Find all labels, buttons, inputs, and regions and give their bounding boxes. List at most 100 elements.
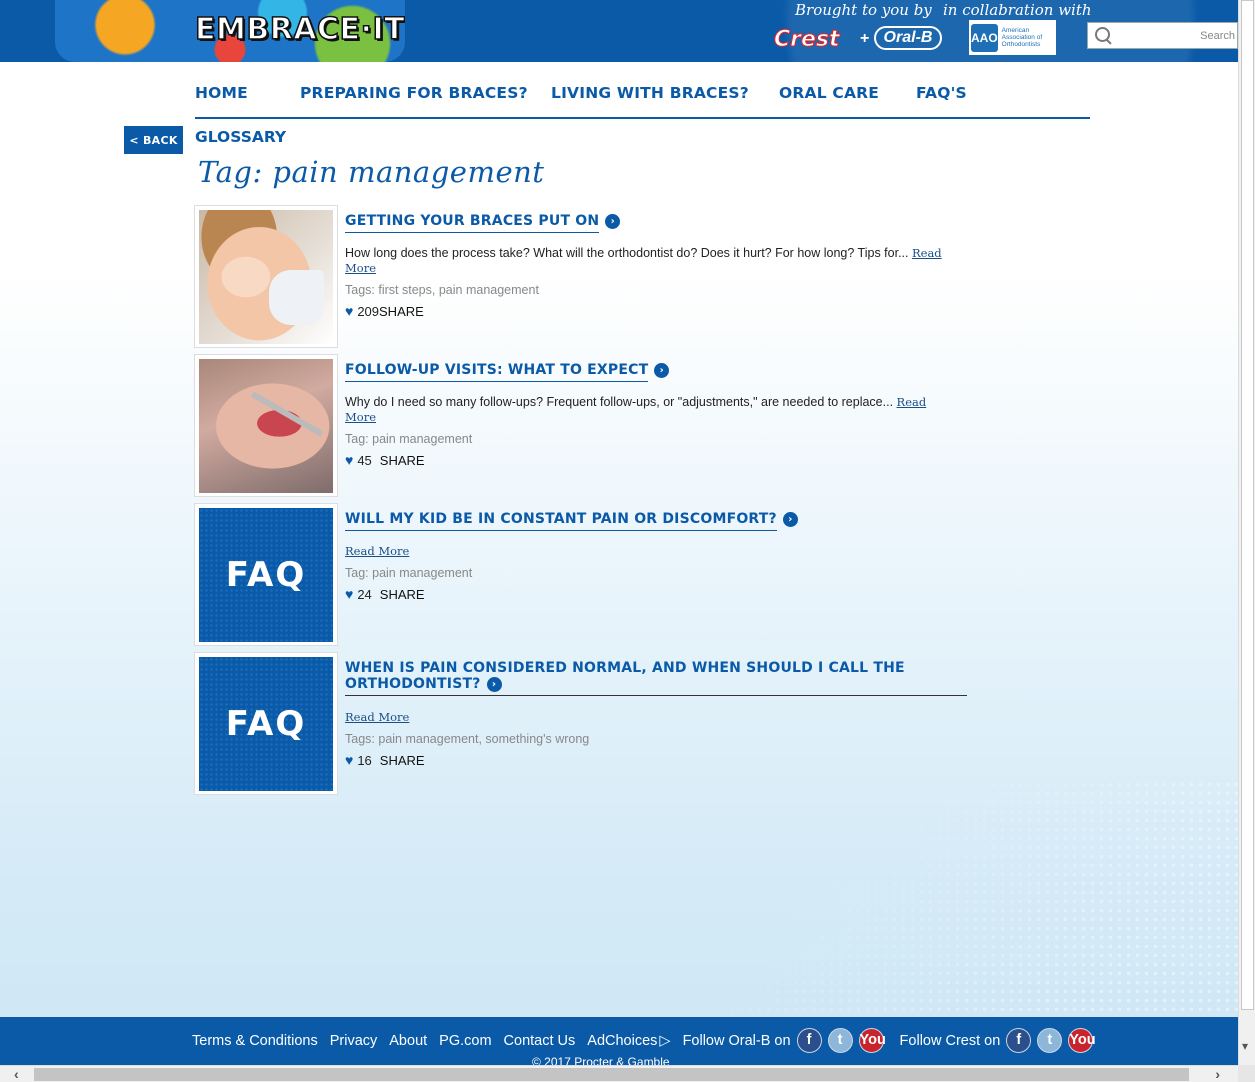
tag-link[interactable]: pain management xyxy=(378,732,478,746)
article-excerpt: Read More xyxy=(345,710,965,725)
scroll-right-arrow-icon[interactable]: › xyxy=(1215,1066,1220,1082)
chevron-right-icon[interactable]: › xyxy=(782,512,798,527)
article-actions: ♥ 209 SHARE xyxy=(345,303,424,319)
article-title-text[interactable]: GETTING YOUR BRACES PUT ON xyxy=(345,213,600,233)
footer-adchoices-link[interactable]: AdChoices xyxy=(587,1033,657,1049)
footer-pg-link[interactable]: PG.com xyxy=(439,1033,491,1049)
article-tags: Tag: pain management xyxy=(345,566,472,580)
chevron-right-icon[interactable]: › xyxy=(605,214,621,229)
tags-label: Tags: xyxy=(345,732,375,746)
tag-separator: , xyxy=(431,283,436,297)
tags-label: Tag: xyxy=(345,432,369,446)
article-title-text[interactable]: FOLLOW-UP VISITS: WHAT TO EXPECT xyxy=(345,362,649,382)
heart-icon[interactable]: ♥ xyxy=(345,303,353,319)
article-excerpt: Read More xyxy=(345,544,965,559)
read-more-link[interactable]: Read More xyxy=(345,544,409,558)
horizontal-scroll-thumb[interactable] xyxy=(34,1068,1189,1081)
tag-link[interactable]: something's wrong xyxy=(485,732,589,746)
page-title: Tag: pain management xyxy=(198,155,545,189)
tag-link[interactable]: pain management xyxy=(372,432,472,446)
follow-crest-label: Follow Crest on xyxy=(899,1032,1001,1049)
article-thumbnail[interactable] xyxy=(194,354,338,497)
article-thumbnail[interactable] xyxy=(194,205,338,348)
share-button[interactable]: SHARE xyxy=(380,753,425,768)
scroll-down-arrow-icon[interactable]: ▾ xyxy=(1242,1039,1248,1053)
share-button[interactable]: SHARE xyxy=(379,304,424,319)
aao-logo[interactable]: AAO American Association of Orthodontist… xyxy=(969,20,1056,55)
read-more-link-cont[interactable]: More xyxy=(345,410,376,424)
oralb-logo[interactable]: Oral-B xyxy=(874,26,942,50)
nav-preparing-for-braces[interactable]: PREPARING FOR BRACES? xyxy=(300,84,528,102)
oralb-twitter-icon[interactable]: t xyxy=(827,1028,853,1053)
share-button[interactable]: SHARE xyxy=(380,453,425,468)
site-header: EMBRACE·IT! Brought to you by in collabr… xyxy=(0,0,1238,62)
article-image[interactable] xyxy=(199,210,333,344)
article-actions: ♥ 24 SHARE xyxy=(345,586,425,602)
tags-label: Tags: xyxy=(345,283,375,297)
scroll-left-arrow-icon[interactable]: ‹ xyxy=(14,1066,19,1082)
heart-icon[interactable]: ♥ xyxy=(345,586,353,602)
tag-separator: , xyxy=(478,732,482,746)
footer-contact-link[interactable]: Contact Us xyxy=(504,1033,576,1049)
heart-icon[interactable]: ♥ xyxy=(345,452,353,468)
footer-terms-link[interactable]: Terms & Conditions xyxy=(192,1033,318,1049)
oralb-facebook-icon[interactable]: f xyxy=(796,1028,822,1053)
footer-links: Terms & Conditions Privacy About PG.com … xyxy=(192,1028,1096,1053)
nav-home[interactable]: HOME xyxy=(195,84,248,102)
nav-living-with-braces[interactable]: LIVING WITH BRACES? xyxy=(551,84,749,102)
article-title[interactable]: WHEN IS PAIN CONSIDERED NORMAL, AND WHEN… xyxy=(345,660,967,696)
article-title[interactable]: GETTING YOUR BRACES PUT ON › xyxy=(345,213,967,233)
brought-by-label: Brought to you by xyxy=(795,1,932,19)
crest-logo[interactable]: Crest xyxy=(774,27,841,53)
like-count: 24 xyxy=(357,586,372,602)
faq-image[interactable]: FAQ xyxy=(199,657,333,791)
article-card: FOLLOW-UP VISITS: WHAT TO EXPECT › Why do… xyxy=(194,354,969,497)
like-count: 45 xyxy=(357,452,372,468)
article-title[interactable]: WILL MY KID BE IN CONSTANT PAIN OR DISCO… xyxy=(345,511,967,531)
search-input[interactable] xyxy=(1117,24,1237,47)
logo-artwork[interactable]: EMBRACE·IT! xyxy=(55,0,405,62)
article-title-text[interactable]: WILL MY KID BE IN CONSTANT PAIN OR DISCO… xyxy=(345,511,777,531)
tag-link[interactable]: pain management xyxy=(439,283,539,297)
article-excerpt: Why do I need so many follow-ups? Freque… xyxy=(345,395,965,425)
vertical-scrollbar[interactable]: ▾ xyxy=(1238,0,1255,1065)
heart-icon[interactable]: ♥ xyxy=(345,752,353,768)
crest-youtube-icon[interactable]: You xyxy=(1068,1028,1096,1053)
article-thumbnail[interactable]: FAQ xyxy=(194,652,338,795)
tag-link[interactable]: first steps xyxy=(378,283,432,297)
search-icon[interactable] xyxy=(1094,26,1113,46)
article-tags: Tags: first steps, pain management xyxy=(345,283,539,297)
article-card: FAQ WILL MY KID BE IN CONSTANT PAIN OR D… xyxy=(194,503,969,646)
excerpt-text: How long does the process take? What wil… xyxy=(345,246,909,260)
nav-oral-care[interactable]: ORAL CARE xyxy=(779,84,879,102)
nav-faqs[interactable]: FAQ'S xyxy=(916,84,967,102)
article-thumbnail[interactable]: FAQ xyxy=(194,503,338,646)
crest-facebook-icon[interactable]: f xyxy=(1006,1028,1032,1053)
chevron-right-icon[interactable]: › xyxy=(486,677,502,692)
footer-about-link[interactable]: About xyxy=(389,1033,427,1049)
adchoices-icon[interactable]: ▷ xyxy=(659,1033,670,1049)
like-count: 16 xyxy=(357,752,372,768)
faq-image[interactable]: FAQ xyxy=(199,508,333,642)
tag-link[interactable]: pain management xyxy=(372,566,472,580)
article-tags: Tag: pain management xyxy=(345,432,472,446)
footer-privacy-link[interactable]: Privacy xyxy=(330,1033,378,1049)
horizontal-scrollbar[interactable]: ‹ › xyxy=(0,1065,1238,1082)
oralb-youtube-icon[interactable]: You xyxy=(858,1028,886,1053)
read-more-link-cont[interactable]: More xyxy=(345,261,376,275)
share-button[interactable]: SHARE xyxy=(380,587,425,602)
read-more-link[interactable]: Read xyxy=(897,395,927,409)
vertical-scroll-thumb[interactable] xyxy=(1241,0,1254,1010)
back-button[interactable]: < BACK xyxy=(124,126,183,154)
nav-glossary[interactable]: GLOSSARY xyxy=(195,128,286,146)
read-more-link[interactable]: Read xyxy=(912,246,942,260)
read-more-link[interactable]: Read More xyxy=(345,710,409,724)
article-image[interactable] xyxy=(199,359,333,493)
article-title-text[interactable]: WHEN IS PAIN CONSIDERED NORMAL, AND WHEN… xyxy=(345,660,905,695)
article-actions: ♥ 16 SHARE xyxy=(345,752,425,768)
search-box xyxy=(1087,22,1238,49)
crest-twitter-icon[interactable]: t xyxy=(1037,1028,1063,1053)
site-logo[interactable]: EMBRACE·IT! xyxy=(194,11,405,48)
article-title[interactable]: FOLLOW-UP VISITS: WHAT TO EXPECT › xyxy=(345,362,967,382)
chevron-right-icon[interactable]: › xyxy=(654,363,670,378)
